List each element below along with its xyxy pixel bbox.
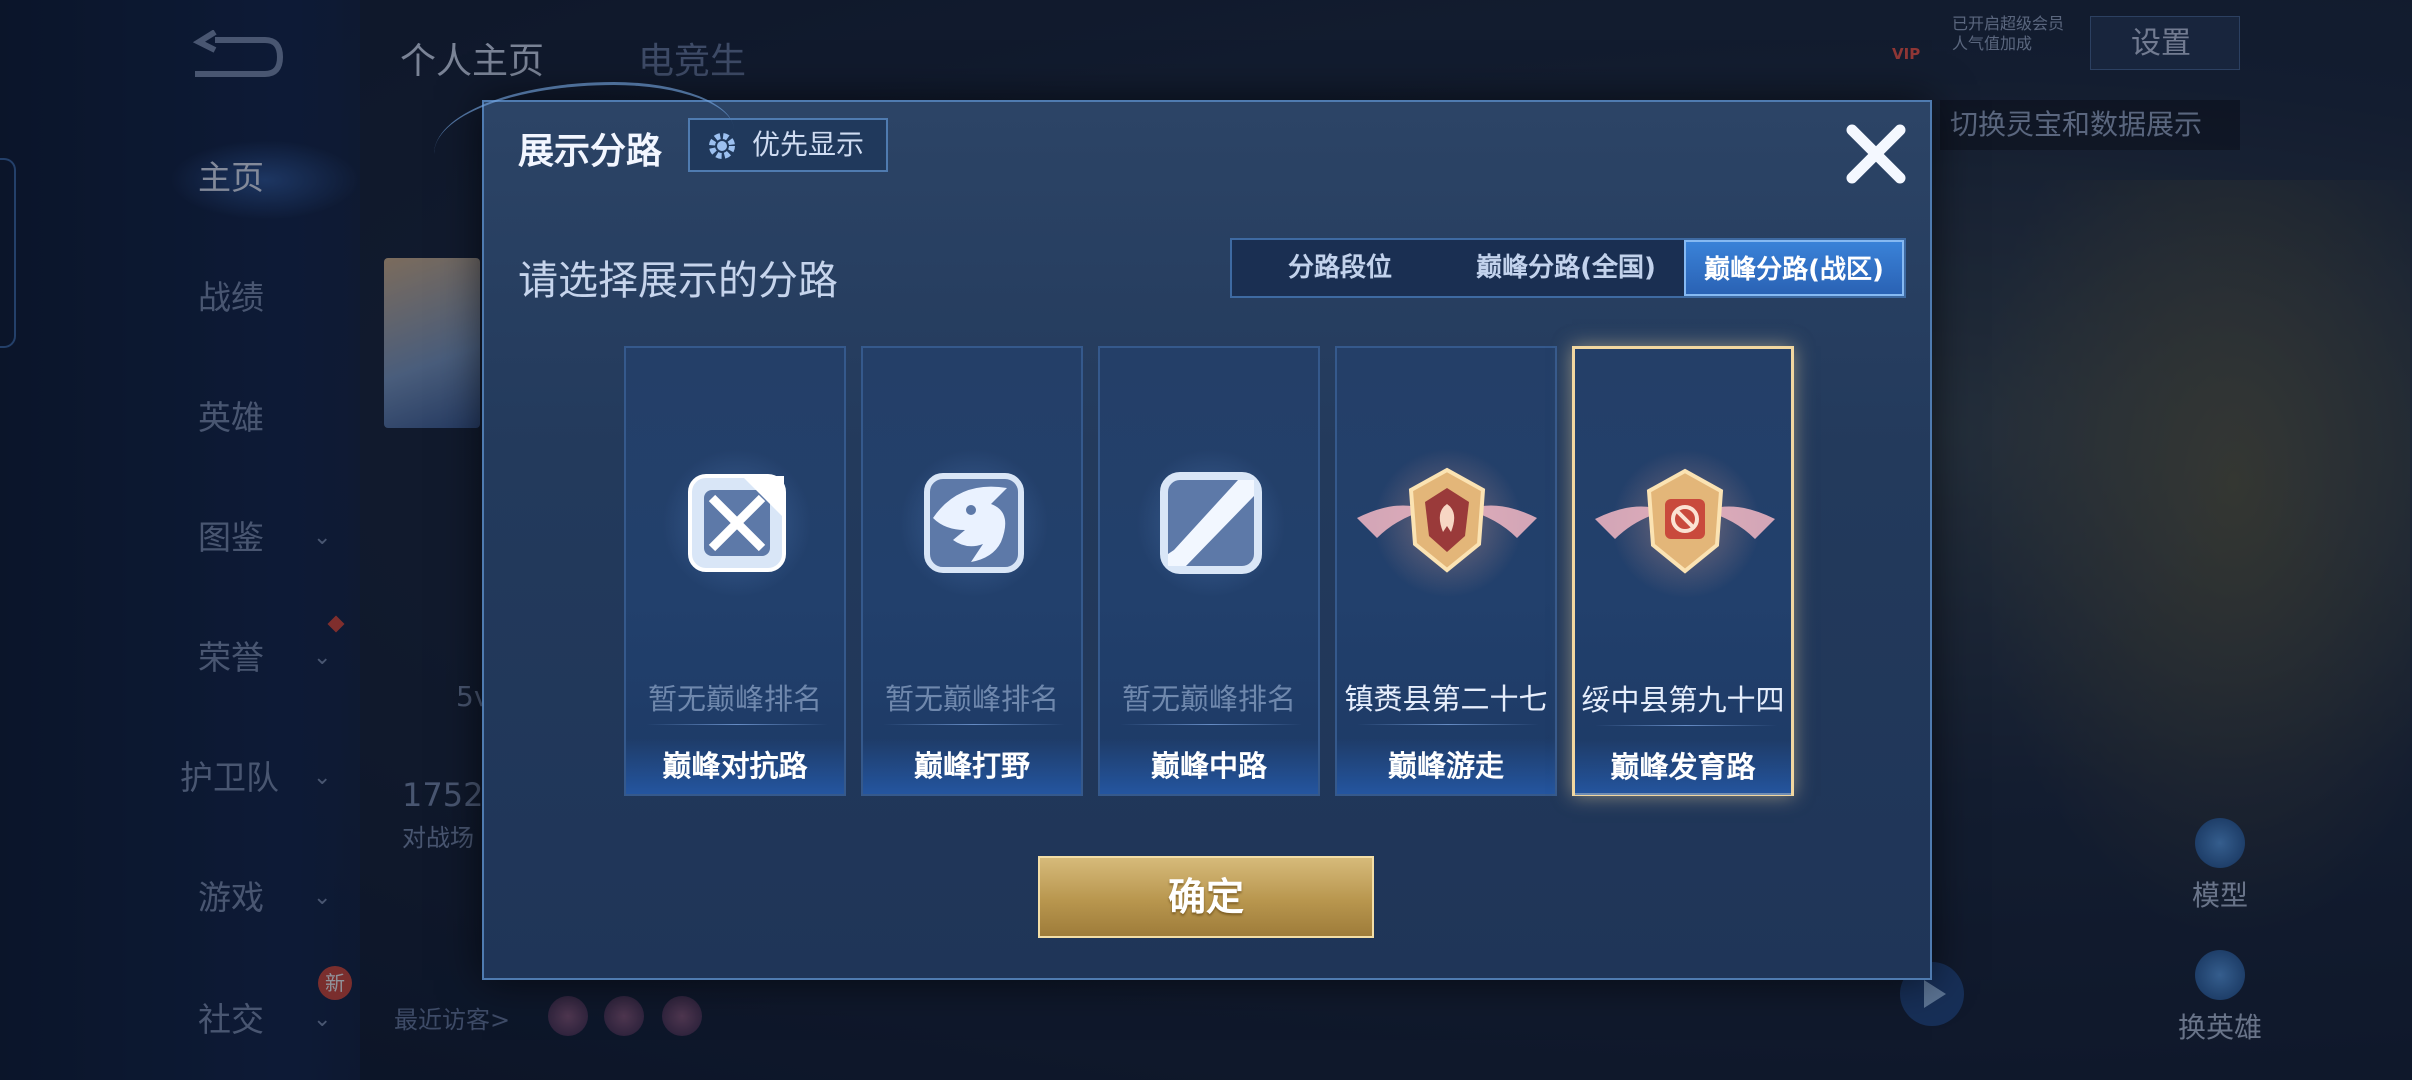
farm-gold-badge-icon [1595,468,1775,574]
priority-display-button[interactable]: 优先显示 [688,118,888,172]
mid-lane-icon [1160,472,1262,574]
roam-gold-badge-icon [1357,467,1537,573]
rank-text: 绥中县第九十四 [1581,683,1785,717]
lane-card-list: 暂无巅峰排名 巅峰对抗路 暂无巅峰排名 巅峰打野 暂无巅峰排名 巅峰中路 镇赉县… [624,346,1804,796]
confirm-button[interactable]: 确定 [1038,856,1374,938]
lane-name: 巅峰中路 [1100,738,1318,794]
divider [646,724,828,725]
lane-card-mid[interactable]: 暂无巅峰排名 巅峰中路 [1098,346,1320,796]
lane-card-roam[interactable]: 镇赉县第二十七 巅峰游走 [1335,346,1557,796]
lane-display-dialog: 展示分路 优先显示 请选择展示的分路 分路段位 巅峰分路(全国) 巅峰分路(战区… [434,82,1932,980]
lane-name: 巅峰打野 [863,738,1081,794]
lane-name: 巅峰发育路 [1575,739,1791,795]
dialog-subtitle: 请选择展示的分路 [518,258,838,304]
rank-text: 暂无巅峰排名 [647,682,822,716]
lane-type-tabs: 分路段位 巅峰分路(全国) 巅峰分路(战区) [1230,238,1906,298]
clash-lane-icon [688,474,786,572]
close-icon[interactable] [1836,114,1916,194]
jungle-dragon-icon [924,473,1024,573]
rank-text: 暂无巅峰排名 [1121,682,1296,716]
rank-text: 暂无巅峰排名 [884,682,1059,716]
tab-lane-rank[interactable]: 分路段位 [1232,240,1448,296]
lane-name: 巅峰游走 [1337,738,1555,794]
divider [883,724,1065,725]
lane-card-farm[interactable]: 绥中县第九十四 巅峰发育路 [1572,346,1794,796]
dialog-title: 展示分路 [518,131,663,172]
tab-peak-national[interactable]: 巅峰分路(全国) [1448,240,1684,296]
priority-display-label: 优先显示 [752,128,865,161]
divider [1595,725,1777,726]
tab-peak-district[interactable]: 巅峰分路(战区) [1684,240,1904,296]
rank-text: 镇赉县第二十七 [1344,682,1548,716]
divider [1120,724,1302,725]
lane-name: 巅峰对抗路 [626,738,844,794]
gear-icon [709,133,735,159]
divider [1357,724,1539,725]
lane-card-clash[interactable]: 暂无巅峰排名 巅峰对抗路 [624,346,846,796]
lane-card-jungle[interactable]: 暂无巅峰排名 巅峰打野 [861,346,1083,796]
